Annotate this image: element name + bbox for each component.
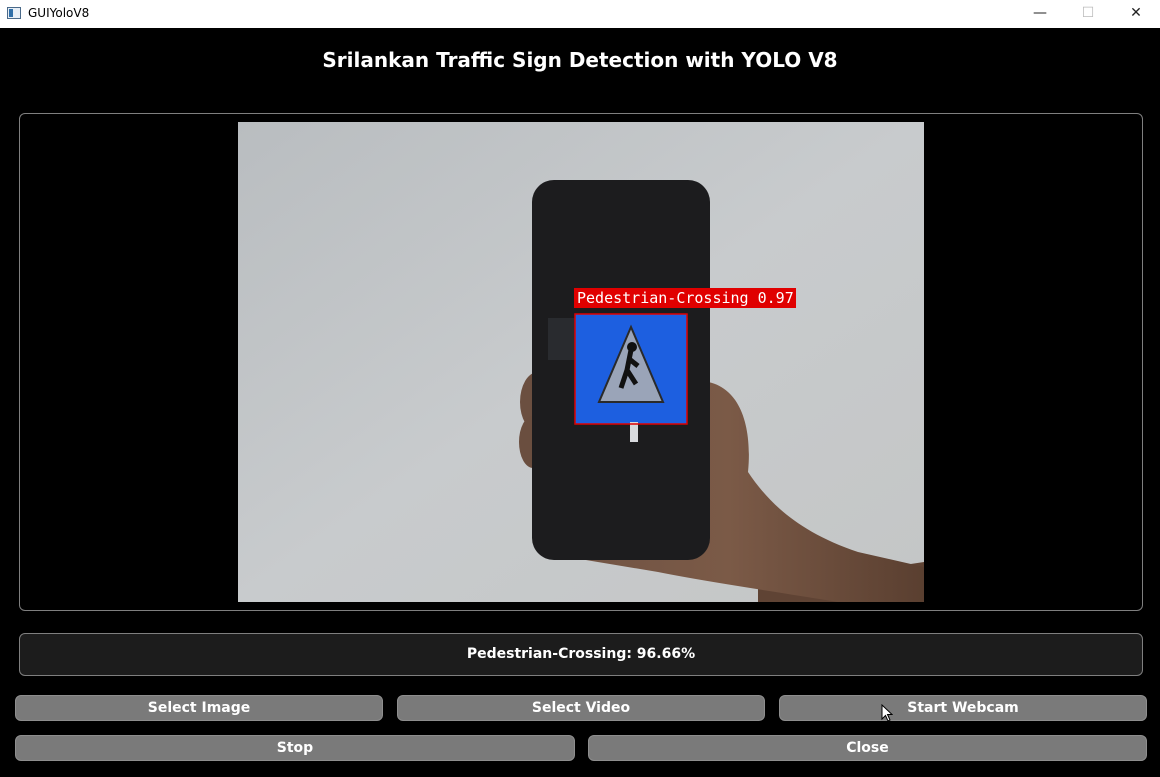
window-title: GUIYoloV8 [28,6,90,20]
select-video-button[interactable]: Select Video [397,695,765,721]
detection-result: Pedestrian-Crossing: 96.66% [19,633,1143,676]
minimize-icon: — [1033,5,1047,21]
mouse-cursor-icon [881,704,893,722]
maximize-button[interactable]: ☐ [1065,0,1111,28]
stop-button[interactable]: Stop [15,735,575,761]
detection-label: Pedestrian-Crossing 0.97 [577,289,794,307]
close-button[interactable]: Close [588,735,1147,761]
page-title: Srilankan Traffic Sign Detection with YO… [322,48,838,72]
camera-frame: Pedestrian-Crossing 0.97 [238,122,924,602]
select-image-button[interactable]: Select Image [15,695,383,721]
app-icon [7,7,21,19]
window-titlebar: GUIYoloV8 — ☐ ✕ [0,0,1160,28]
minimize-button[interactable]: — [1017,0,1063,28]
start-webcam-button[interactable]: Start Webcam [779,695,1147,721]
close-icon: ✕ [1130,5,1142,21]
maximize-icon: ☐ [1081,5,1095,21]
close-window-button[interactable]: ✕ [1113,0,1159,28]
